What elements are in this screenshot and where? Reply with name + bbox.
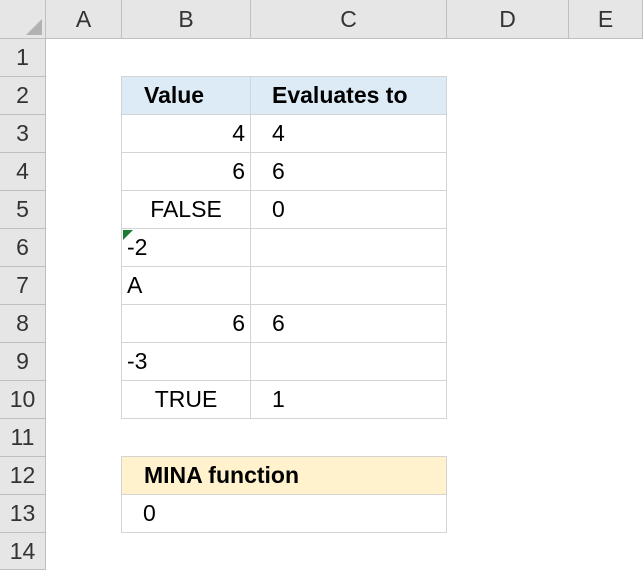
cell-c7[interactable] bbox=[251, 267, 447, 305]
select-all-triangle-icon bbox=[26, 19, 42, 35]
column-header-e[interactable]: E bbox=[569, 0, 643, 39]
cell-b6[interactable]: -2 bbox=[121, 229, 251, 267]
row-header-2[interactable]: 2 bbox=[0, 77, 46, 115]
row-header-1[interactable]: 1 bbox=[0, 39, 46, 77]
cell-c2-evaluates-header[interactable]: Evaluates to bbox=[251, 76, 447, 115]
cell-c10[interactable]: 1 bbox=[251, 381, 447, 419]
cell-c6[interactable] bbox=[251, 229, 447, 267]
cell-c3[interactable]: 4 bbox=[251, 115, 447, 153]
cell-c8[interactable]: 6 bbox=[251, 305, 447, 343]
row-header-10[interactable]: 10 bbox=[0, 381, 46, 419]
cell-b10[interactable]: TRUE bbox=[121, 381, 251, 419]
cell-b12-mina-header[interactable]: MINA function bbox=[121, 456, 447, 495]
row-header-13[interactable]: 13 bbox=[0, 495, 46, 533]
cell-b2-value-header[interactable]: Value bbox=[121, 76, 251, 115]
cell-b5[interactable]: FALSE bbox=[121, 191, 251, 229]
cell-b8[interactable]: 6 bbox=[121, 305, 251, 343]
row-header-4[interactable]: 4 bbox=[0, 153, 46, 191]
select-all-corner[interactable] bbox=[0, 0, 46, 39]
row-header-9[interactable]: 9 bbox=[0, 343, 46, 381]
cell-b7[interactable]: A bbox=[121, 267, 251, 305]
error-indicator-icon bbox=[123, 230, 133, 240]
spreadsheet: A B C D E 1 2 3 4 5 6 7 8 9 10 11 12 13 … bbox=[0, 0, 643, 570]
row-header-5[interactable]: 5 bbox=[0, 191, 46, 229]
cell-b3[interactable]: 4 bbox=[121, 115, 251, 153]
row-header-11[interactable]: 11 bbox=[0, 419, 46, 457]
cell-b9[interactable]: -3 bbox=[121, 343, 251, 381]
row-header-14[interactable]: 14 bbox=[0, 533, 46, 570]
row-header-3[interactable]: 3 bbox=[0, 115, 46, 153]
row-header-12[interactable]: 12 bbox=[0, 457, 46, 495]
row-header-6[interactable]: 6 bbox=[0, 229, 46, 267]
column-header-b[interactable]: B bbox=[122, 0, 251, 39]
cell-c4[interactable]: 6 bbox=[251, 153, 447, 191]
row-header-8[interactable]: 8 bbox=[0, 305, 46, 343]
cell-c9[interactable] bbox=[251, 343, 447, 381]
column-header-c[interactable]: C bbox=[251, 0, 447, 39]
cell-b4[interactable]: 6 bbox=[121, 153, 251, 191]
cell-b13-mina-result[interactable]: 0 bbox=[121, 495, 447, 533]
row-header-7[interactable]: 7 bbox=[0, 267, 46, 305]
column-header-a[interactable]: A bbox=[46, 0, 122, 39]
cell-c5[interactable]: 0 bbox=[251, 191, 447, 229]
column-header-d[interactable]: D bbox=[447, 0, 569, 39]
